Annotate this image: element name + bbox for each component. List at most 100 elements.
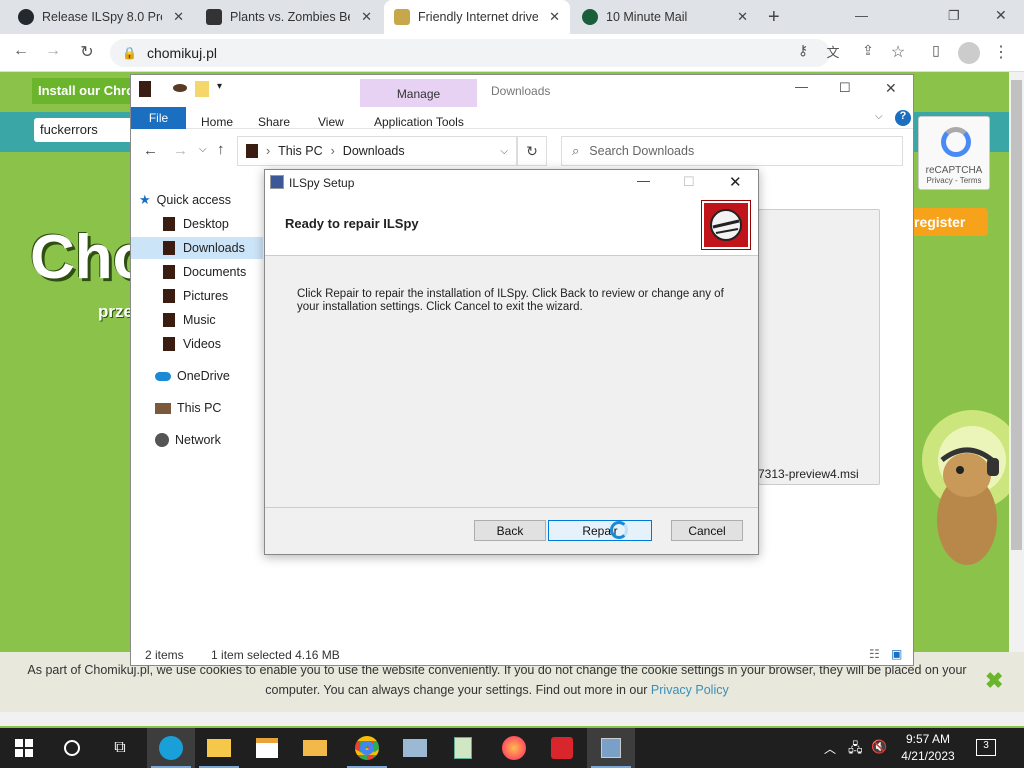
store-taskbar-button[interactable]	[243, 728, 291, 768]
tab-plants[interactable]: Plants vs. Zombies Beta ✕	[196, 0, 382, 34]
ilspy-setup-taskbar-button[interactable]	[587, 728, 635, 768]
privacy-policy-link[interactable]: Privacy Policy	[651, 683, 729, 697]
reload-icon[interactable]: ↻	[76, 42, 98, 62]
nav-onedrive[interactable]: OneDrive	[131, 365, 263, 387]
minimize-button[interactable]: —	[855, 8, 868, 23]
folder-icon	[163, 265, 175, 279]
customize-quick-access-icon[interactable]: ▾	[217, 81, 222, 92]
network-app-taskbar-button[interactable]	[391, 728, 439, 768]
file-explorer-taskbar-button[interactable]	[195, 728, 243, 768]
breadcrumb-this-pc[interactable]: This PC	[278, 144, 322, 158]
manage-contextual-tab[interactable]: Manage	[360, 79, 477, 107]
nav-desktop[interactable]: Desktop	[131, 213, 263, 235]
nav-label: Downloads	[183, 241, 245, 255]
dialog-close-button[interactable]: ✕	[729, 173, 742, 191]
nav-quick-access[interactable]: ★ Quick access	[131, 189, 263, 211]
chart-document-icon	[454, 737, 472, 759]
new-tab-button[interactable]: +	[768, 6, 780, 29]
volume-muted-icon[interactable]: 🔇	[871, 739, 887, 755]
large-icons-view-icon[interactable]: ▣	[891, 647, 902, 661]
up-arrow-icon[interactable]: ↑	[217, 141, 225, 158]
edge-taskbar-button[interactable]	[147, 728, 195, 768]
key-icon[interactable]: ⚷	[792, 42, 814, 59]
back-button[interactable]: Back	[474, 520, 546, 541]
nav-network[interactable]: Network	[131, 429, 263, 451]
clock-time: 9:57 AM	[905, 732, 951, 746]
help-icon[interactable]: ?	[895, 110, 911, 126]
translate-icon[interactable]: 文	[822, 42, 844, 61]
login-input[interactable]: fuckerrors	[34, 118, 134, 142]
dialog-minimize-button[interactable]: —	[637, 173, 650, 188]
install-banner[interactable]: Install our Chrome	[32, 78, 132, 104]
close-tab-icon[interactable]: ✕	[361, 9, 372, 25]
close-tab-icon[interactable]: ✕	[173, 9, 184, 25]
network-tray-icon[interactable]: 🖧	[848, 739, 863, 761]
chevron-down-icon[interactable]: ⌵	[500, 146, 508, 157]
ribbon-tab-file[interactable]: File	[131, 107, 186, 129]
nav-music[interactable]: Music	[131, 309, 263, 331]
notepad-taskbar-button[interactable]	[439, 728, 487, 768]
ribbon-tab-application-tools[interactable]: Application Tools	[374, 111, 464, 133]
back-icon[interactable]: ←	[10, 42, 32, 60]
app-taskbar-button[interactable]	[538, 728, 586, 768]
tab-github[interactable]: Release ILSpy 8.0 Preview ✕	[8, 0, 194, 34]
ribbon-tab-share[interactable]: Share	[258, 111, 290, 133]
nav-label: This PC	[177, 401, 222, 415]
nav-downloads[interactable]: Downloads	[131, 237, 263, 259]
repair-button[interactable]: Repair	[548, 520, 652, 541]
nav-documents[interactable]: Documents	[131, 261, 263, 283]
file-preview-tile[interactable]	[758, 209, 880, 485]
explorer-close-button[interactable]: ✕	[885, 80, 897, 97]
nav-this-pc[interactable]: This PC	[131, 397, 263, 419]
ribbon-tab-view[interactable]: View	[318, 111, 344, 133]
menu-dots-icon[interactable]: ⋮	[990, 42, 1012, 62]
close-window-button[interactable]: ✕	[995, 7, 1007, 24]
close-tab-icon[interactable]: ✕	[737, 9, 748, 25]
explorer-search-input[interactable]: ⌕ Search Downloads	[561, 136, 903, 166]
back-arrow-icon[interactable]: ←	[143, 142, 158, 159]
bookmark-star-icon[interactable]: ☆	[887, 42, 909, 62]
forward-icon[interactable]: →	[42, 42, 64, 60]
nav-pictures[interactable]: Pictures	[131, 285, 263, 307]
address-bar[interactable]: 🔒 chomikuj.pl	[110, 39, 830, 67]
explorer-address-bar[interactable]: › This PC › Downloads ⌵	[237, 136, 517, 166]
nav-videos[interactable]: Videos	[131, 333, 263, 355]
details-view-icon[interactable]: ☷	[869, 647, 880, 661]
ribbon-tab-home[interactable]: Home	[201, 111, 233, 133]
building-icon	[206, 9, 222, 25]
sidebar-icon[interactable]: ▯	[925, 42, 947, 59]
task-view-button[interactable]: ⧉	[96, 728, 144, 768]
mail-taskbar-button[interactable]	[291, 728, 339, 768]
taskbar-clock[interactable]: 9:57 AM 4/21/2023	[898, 731, 958, 765]
cookie-close-icon[interactable]: ✖	[985, 668, 1003, 694]
cancel-button[interactable]: Cancel	[671, 520, 743, 541]
page-scrollbar-thumb[interactable]	[1011, 80, 1022, 550]
show-hidden-icons-chevron-icon[interactable]: ︿	[824, 740, 836, 757]
profile-avatar[interactable]	[958, 42, 980, 64]
tab-chomikuj[interactable]: Friendly Internet drive ✕	[384, 0, 570, 34]
refresh-button[interactable]: ↻	[517, 136, 547, 166]
dialog-heading: Ready to repair ILSpy	[285, 216, 419, 231]
close-tab-icon[interactable]: ✕	[549, 9, 560, 25]
properties-icon[interactable]	[173, 84, 187, 92]
forward-arrow-icon[interactable]: →	[173, 142, 188, 159]
recaptcha-badge[interactable]: reCAPTCHA Privacy - Terms	[918, 116, 990, 190]
tab-10minutemail[interactable]: 10 Minute Mail ✕	[572, 0, 758, 34]
start-button[interactable]	[0, 728, 48, 768]
expand-ribbon-icon[interactable]: ⌵	[875, 111, 883, 122]
recent-locations-icon[interactable]: ⌵	[199, 144, 207, 155]
horizontal-scrollbar[interactable]	[0, 712, 1024, 726]
recaptcha-links[interactable]: Privacy - Terms	[919, 176, 989, 185]
breadcrumb-downloads[interactable]: Downloads	[343, 144, 405, 158]
new-folder-icon[interactable]	[195, 81, 209, 97]
msi-file-label[interactable]: 7313-preview4.msi	[758, 467, 880, 481]
chrome-taskbar-button[interactable]	[343, 728, 391, 768]
search-taskbar-button[interactable]	[48, 728, 96, 768]
share-icon[interactable]: ⇪	[857, 42, 879, 59]
explorer-maximize-button[interactable]: ☐	[839, 80, 851, 96]
firefox-taskbar-button[interactable]	[490, 728, 538, 768]
register-button[interactable]: register	[910, 208, 988, 236]
notifications-icon[interactable]: 3	[976, 739, 996, 756]
restore-button[interactable]: ❐	[948, 8, 960, 24]
explorer-minimize-button[interactable]: —	[795, 79, 808, 94]
